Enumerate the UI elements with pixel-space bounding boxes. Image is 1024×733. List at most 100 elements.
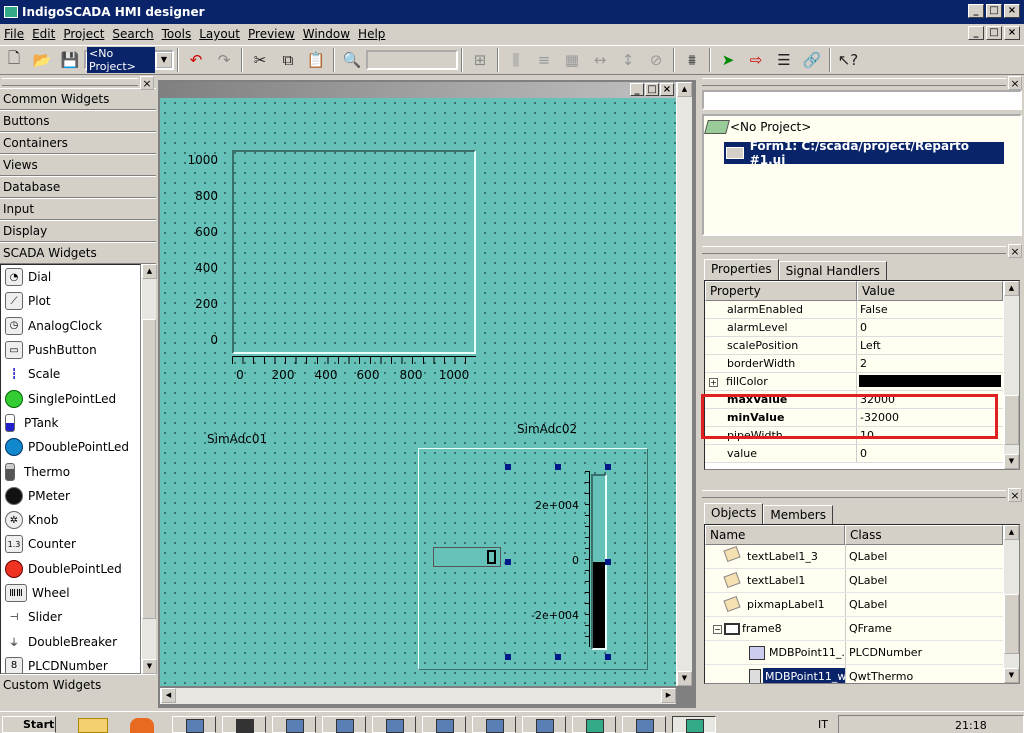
taskbar-window[interactable] <box>322 716 366 733</box>
firefox-icon[interactable] <box>130 718 154 733</box>
widget-singlepointled[interactable]: SinglePointLed <box>1 386 140 410</box>
form-close-button[interactable]: × <box>660 83 674 96</box>
mdi-restore-button[interactable]: □ <box>986 26 1002 40</box>
property-row[interactable]: alarmEnabled False <box>705 301 1003 319</box>
project-filter-input[interactable] <box>702 90 1022 110</box>
project-tree[interactable]: <No Project> Form1: C:/scada/project/Rep… <box>702 114 1022 236</box>
category-custom-widgets[interactable]: Custom Widgets <box>0 674 156 696</box>
clock[interactable]: 21:18 <box>955 719 987 732</box>
widget-pushbutton[interactable]: ▭ PushButton <box>1 338 140 362</box>
object-row[interactable]: pixmapLabel1 QLabel <box>705 593 1003 617</box>
layout-grid-icon[interactable]: ▦ <box>560 48 584 72</box>
panel-grip[interactable] <box>702 490 1006 498</box>
scroll-down-icon[interactable]: ▼ <box>677 671 692 686</box>
category-display[interactable]: Display <box>0 220 156 242</box>
spacer-h-icon[interactable]: ↔ <box>588 48 612 72</box>
form-canvas[interactable]: 1000 800 600 400 200 0 0 200 400 600 800… <box>160 98 676 686</box>
object-scrollbar[interactable]: ▲ ▼ <box>1003 525 1019 683</box>
scroll-thumb[interactable] <box>1004 395 1019 445</box>
menu-edit[interactable]: Edit <box>28 27 59 41</box>
redo-icon[interactable]: ↷ <box>212 48 236 72</box>
taskbar-window[interactable] <box>422 716 466 733</box>
menu-project[interactable]: Project <box>59 27 108 41</box>
find-icon[interactable]: 🔍 <box>340 48 364 72</box>
widget-scale[interactable]: ┇ Scale <box>1 362 140 386</box>
taskbar-window[interactable] <box>272 716 316 733</box>
scroll-thumb[interactable] <box>1004 594 1019 654</box>
panel-grip[interactable] <box>702 246 1006 254</box>
lcd-number[interactable] <box>433 547 501 567</box>
label-simadc02[interactable]: SimAdc02 <box>517 422 577 436</box>
copy-icon[interactable]: ⧉ <box>276 48 300 72</box>
category-database[interactable]: Database <box>0 176 156 198</box>
layout-horizontal-icon[interactable]: ⫼ <box>504 48 528 72</box>
selection-handle[interactable] <box>505 464 511 470</box>
property-row[interactable]: + fillColor <box>705 373 1003 391</box>
cut-icon[interactable]: ✂ <box>248 48 272 72</box>
panel-grip[interactable] <box>2 78 138 86</box>
form-maximize-button[interactable]: □ <box>645 83 659 96</box>
menu-window[interactable]: Window <box>299 27 354 41</box>
close-icon[interactable]: × <box>1008 76 1022 90</box>
start-button[interactable]: Start <box>2 716 56 733</box>
object-row-selected[interactable]: MDBPoint11_w...QwtThermo <box>705 665 1003 683</box>
find-input[interactable] <box>366 50 458 70</box>
undo-icon[interactable]: ↶ <box>184 48 208 72</box>
scroll-up-icon[interactable]: ▲ <box>1004 525 1019 540</box>
selection-handle[interactable] <box>605 654 611 660</box>
scroll-left-icon[interactable]: ◀ <box>161 688 176 703</box>
tab-list-icon[interactable]: ☰ <box>772 48 796 72</box>
taskbar-window[interactable] <box>172 716 216 733</box>
widget-plcdnumber[interactable]: 8 PLCDNumber <box>1 654 140 673</box>
widget-plot[interactable]: ⟋ Plot <box>1 289 140 313</box>
maximize-button[interactable]: □ <box>986 4 1002 18</box>
pointer-icon[interactable]: ➤ <box>716 48 740 72</box>
scroll-down-icon[interactable]: ▼ <box>142 659 157 674</box>
buddy-icon[interactable]: 🔗 <box>800 48 824 72</box>
menu-tools[interactable]: Tools <box>158 27 196 41</box>
save-icon[interactable]: 💾 <box>58 48 82 72</box>
menu-help[interactable]: Help <box>354 27 389 41</box>
widget-thermo[interactable]: Thermo <box>1 459 140 483</box>
category-common-widgets[interactable]: Common Widgets <box>0 88 156 110</box>
form-minimize-button[interactable]: _ <box>630 83 644 96</box>
whats-this-icon[interactable]: ↖? <box>836 48 860 72</box>
object-row[interactable]: textLabel1 QLabel <box>705 569 1003 593</box>
layout-vertical-icon[interactable]: ≡ <box>532 48 556 72</box>
scada-icon[interactable]: ⩩ <box>680 48 704 72</box>
minimize-button[interactable]: _ <box>968 4 984 18</box>
mdi-hscrollbar[interactable]: ◀ ▶ <box>160 688 676 704</box>
property-row[interactable]: scalePosition Left <box>705 337 1003 355</box>
scroll-right-icon[interactable]: ▶ <box>661 688 676 703</box>
scroll-up-icon[interactable]: ▲ <box>142 264 157 279</box>
category-containers[interactable]: Containers <box>0 132 156 154</box>
project-combo[interactable]: <No Project> ▼ <box>84 47 174 73</box>
menu-preview[interactable]: Preview <box>244 27 299 41</box>
menu-layout[interactable]: Layout <box>195 27 244 41</box>
object-row[interactable]: textLabel1_3 QLabel <box>705 545 1003 569</box>
widget-ptank[interactable]: PTank <box>1 411 140 435</box>
widget-pdoublepointled[interactable]: PDoublePointLed <box>1 435 140 459</box>
widget-list-scrollbar[interactable]: ▲ ▼ <box>141 264 157 674</box>
project-tree-form[interactable]: Form1: C:/scada/project/Reparto #1.ui <box>724 139 1004 167</box>
break-layout-icon[interactable]: ⊘ <box>644 48 668 72</box>
property-row[interactable]: alarmLevel 0 <box>705 319 1003 337</box>
taskbar-window[interactable] <box>572 716 616 733</box>
mdi-close-button[interactable]: × <box>1004 26 1020 40</box>
selection-handle[interactable] <box>505 559 511 565</box>
scroll-thumb[interactable] <box>142 319 156 619</box>
close-icon[interactable]: × <box>140 76 154 90</box>
widget-analogclock[interactable]: ◷ AnalogClock <box>1 314 140 338</box>
tab-objects[interactable]: Objects <box>704 503 764 525</box>
taskbar-window[interactable] <box>372 716 416 733</box>
taskbar-window[interactable] <box>222 716 266 733</box>
widget-slider[interactable]: ⊣ Slider <box>1 605 140 629</box>
property-scrollbar[interactable]: ▲ ▼ <box>1003 281 1019 469</box>
label-simadc01[interactable]: SimAdc01 <box>207 432 267 446</box>
selection-handle[interactable] <box>605 464 611 470</box>
mdi-vscrollbar[interactable]: ▲ ▼ <box>676 82 692 686</box>
widget-knob[interactable]: ✲ Knob <box>1 508 140 532</box>
selection-handle[interactable] <box>505 654 511 660</box>
category-input[interactable]: Input <box>0 198 156 220</box>
tab-order-icon[interactable]: ⊞ <box>468 48 492 72</box>
